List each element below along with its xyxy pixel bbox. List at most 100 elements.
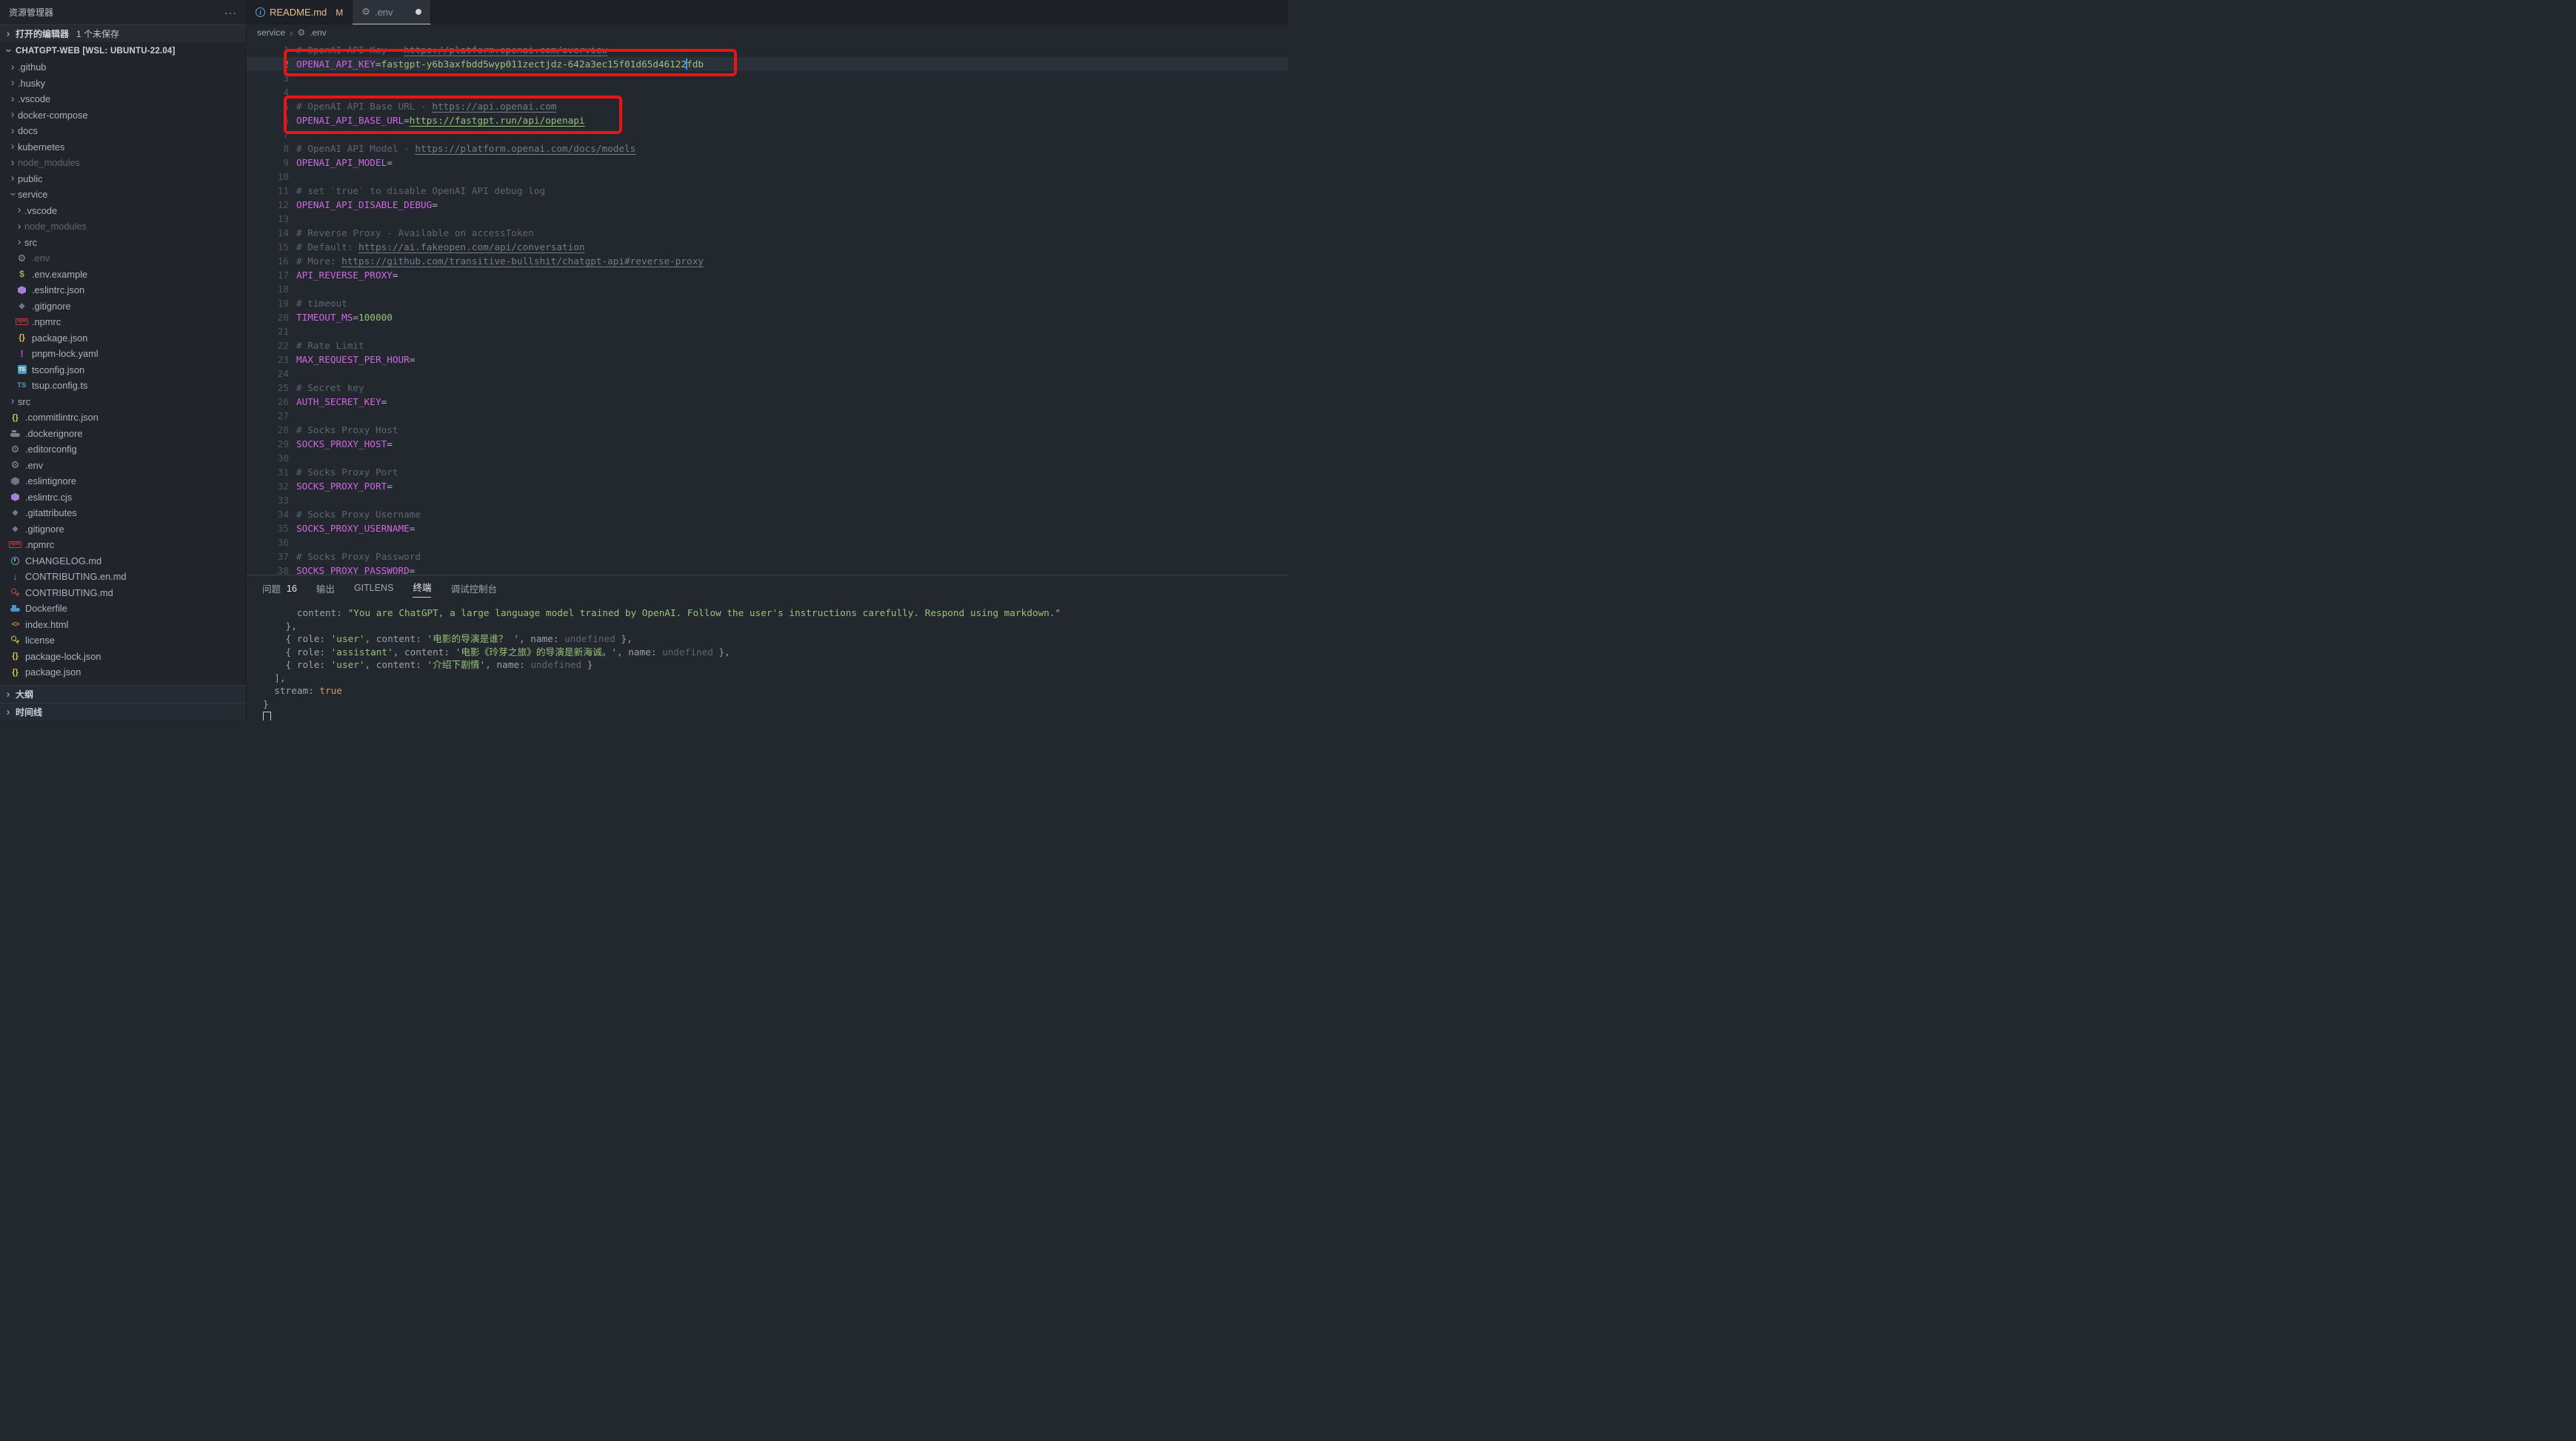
tree-item-node_modules[interactable]: ›node_modules <box>0 155 246 171</box>
tree-item-.npmrc[interactable]: npm.npmrc <box>0 314 246 330</box>
workspace-section[interactable]: › CHATGPT-WEB [WSL: UBUNTU-22.04] <box>0 42 246 59</box>
code-line-13: 13 <box>247 212 1288 226</box>
code-line-36: 36 <box>247 535 1288 549</box>
warning-icon: ! <box>16 348 28 360</box>
code-line-20: 20TIMEOUT_MS=100000 <box>247 310 1288 324</box>
tree-item-docker-compose[interactable]: ›docker-compose <box>0 107 246 124</box>
code-text <box>296 212 1288 226</box>
line-number: 3 <box>247 71 296 85</box>
tree-item-src[interactable]: ›src <box>0 235 246 251</box>
json-icon: {} <box>9 650 21 662</box>
tree-item-.vscode[interactable]: ›.vscode <box>0 203 246 219</box>
tree-item-.vscode[interactable]: ›.vscode <box>0 91 246 107</box>
tree-item-.env.example[interactable]: $.env.example <box>0 267 246 283</box>
panel-tab-debug-console[interactable]: 调试控制台 <box>450 575 497 601</box>
code-line-11: 11# set `true` to disable OpenAI API deb… <box>247 184 1288 198</box>
panel-tab-output[interactable]: 输出 <box>316 575 335 601</box>
tab-env[interactable]: ⚙ .env <box>353 0 430 24</box>
tree-item-.eslintrc.cjs[interactable]: .eslintrc.cjs <box>0 489 246 506</box>
code-token: # Rate Limit <box>296 340 364 351</box>
gear-icon: ⚙ <box>16 253 28 264</box>
panel-tab-terminal[interactable]: 终端 <box>413 575 431 601</box>
tree-item-.gitignore[interactable]: ◆.gitignore <box>0 298 246 315</box>
tree-item-.github[interactable]: ›.github <box>0 59 246 76</box>
more-actions-icon[interactable]: ··· <box>224 7 237 19</box>
tree-item-license[interactable]: license <box>0 632 246 649</box>
vscode-window: 资源管理器 ··· › 打开的编辑器 1 个未保存 › CHATGPT-WEB … <box>0 0 1288 720</box>
tree-item-label: node_modules <box>18 157 80 168</box>
typescript-icon: TS <box>16 380 28 392</box>
tree-item-package.json[interactable]: {}package.json <box>0 330 246 347</box>
tree-item-service[interactable]: ›service <box>0 187 246 203</box>
breadcrumb-file[interactable]: .env <box>310 27 327 38</box>
tree-item-node_modules[interactable]: ›node_modules <box>0 218 246 235</box>
line-number: 36 <box>247 535 296 549</box>
line-number: 10 <box>247 170 296 184</box>
line-number: 16 <box>247 254 296 268</box>
terminal-output[interactable]: content: "You are ChatGPT, a large langu… <box>247 601 1288 720</box>
line-number: 9 <box>247 156 296 170</box>
tree-item-.env[interactable]: ⚙.env <box>0 250 246 267</box>
open-editors-section[interactable]: › 打开的编辑器 1 个未保存 <box>0 24 246 42</box>
tree-item-.editorconfig[interactable]: ⚙.editorconfig <box>0 441 246 458</box>
code-text <box>296 367 1288 381</box>
line-number: 37 <box>247 549 296 564</box>
code-text: OPENAI_API_MODEL= <box>296 156 1288 170</box>
tree-item-kubernetes[interactable]: ›kubernetes <box>0 139 246 156</box>
gear-icon: ⚙ <box>9 459 21 471</box>
tree-item-.gitignore[interactable]: ◆.gitignore <box>0 521 246 538</box>
outline-section[interactable]: › 大纲 <box>0 685 246 703</box>
tree-item-package-lock.json[interactable]: {}package-lock.json <box>0 649 246 665</box>
history-icon <box>9 555 21 566</box>
tree-item-CONTRIBUTING.en.md[interactable]: ↓CONTRIBUTING.en.md <box>0 569 246 585</box>
tab-readme[interactable]: i README.md M <box>247 0 353 24</box>
panel-tab-gitlens[interactable]: GITLENS <box>354 575 394 601</box>
code-line-33: 33 <box>247 493 1288 507</box>
tree-item-docs[interactable]: ›docs <box>0 123 246 139</box>
tree-item-label: CONTRIBUTING.md <box>25 587 113 598</box>
tree-item-label: package.json <box>25 666 81 678</box>
tree-item-.dockerignore[interactable]: .dockerignore <box>0 426 246 442</box>
tree-item-label: public <box>18 173 42 184</box>
code-text: # set `true` to disable OpenAI API debug… <box>296 184 1288 198</box>
tree-item-.husky[interactable]: ›.husky <box>0 76 246 92</box>
breadcrumb-folder[interactable]: service <box>257 27 285 38</box>
line-number: 8 <box>247 141 296 156</box>
line-number: 22 <box>247 338 296 352</box>
tree-item-.eslintrc.json[interactable]: .eslintrc.json <box>0 282 246 298</box>
tree-item-src[interactable]: ›src <box>0 394 246 410</box>
tree-item-label: .gitignore <box>32 301 71 312</box>
tree-item-CONTRIBUTING.md[interactable]: CONTRIBUTING.md <box>0 585 246 601</box>
tree-item-.gitattributes[interactable]: ◆.gitattributes <box>0 505 246 521</box>
terminal-token: { role: <box>263 633 331 644</box>
tree-item-.env[interactable]: ⚙ .env <box>0 458 246 474</box>
panel-tab-problems[interactable]: 问题 16 <box>262 575 297 601</box>
tree-item-.npmrc[interactable]: npm.npmrc <box>0 537 246 553</box>
explorer-header: 资源管理器 ··· <box>0 0 246 24</box>
terminal-token: , name: <box>617 646 662 658</box>
tree-item-tsconfig.json[interactable]: TStsconfig.json <box>0 362 246 378</box>
code-text: SOCKS_PROXY_PASSWORD= <box>296 564 1288 575</box>
editor-pane[interactable]: 1# OpenAI API Key - https://platform.ope… <box>247 41 1288 575</box>
tree-item-package.json[interactable]: {}package.json <box>0 664 246 681</box>
license-key-icon <box>9 635 21 646</box>
code-text: SOCKS_PROXY_HOST= <box>296 437 1288 451</box>
tree-item-index.html[interactable]: <>index.html <box>0 617 246 633</box>
code-line-17: 17API_REVERSE_PROXY= <box>247 268 1288 282</box>
tree-item-.commitlintrc.json[interactable]: {}.commitlintrc.json <box>0 409 246 426</box>
tree-item-.eslintignore[interactable]: .eslintignore <box>0 473 246 489</box>
code-line-5: 5# OpenAI API Base URL - https://api.ope… <box>247 99 1288 113</box>
tree-item-pnpm-lock.yaml[interactable]: !pnpm-lock.yaml <box>0 346 246 362</box>
code-text: AUTH_SECRET_KEY= <box>296 395 1288 409</box>
timeline-section[interactable]: › 时间线 <box>0 703 246 720</box>
tree-item-public[interactable]: ›public <box>0 171 246 187</box>
code-token: TIMEOUT_MS <box>296 312 353 323</box>
tree-item-Dockerfile[interactable]: Dockerfile <box>0 601 246 617</box>
code-token: # OpenAI API Key - <box>296 44 404 56</box>
code-token: SOCKS_PROXY_PASSWORD <box>296 565 410 575</box>
tree-item-tsup.config.ts[interactable]: TStsup.config.ts <box>0 378 246 394</box>
tree-item-CHANGELOG.md[interactable]: CHANGELOG.md <box>0 553 246 569</box>
unsaved-dot-icon[interactable] <box>416 9 421 15</box>
terminal-token: stream: <box>263 685 319 696</box>
tree-item-label: .env <box>25 460 43 471</box>
